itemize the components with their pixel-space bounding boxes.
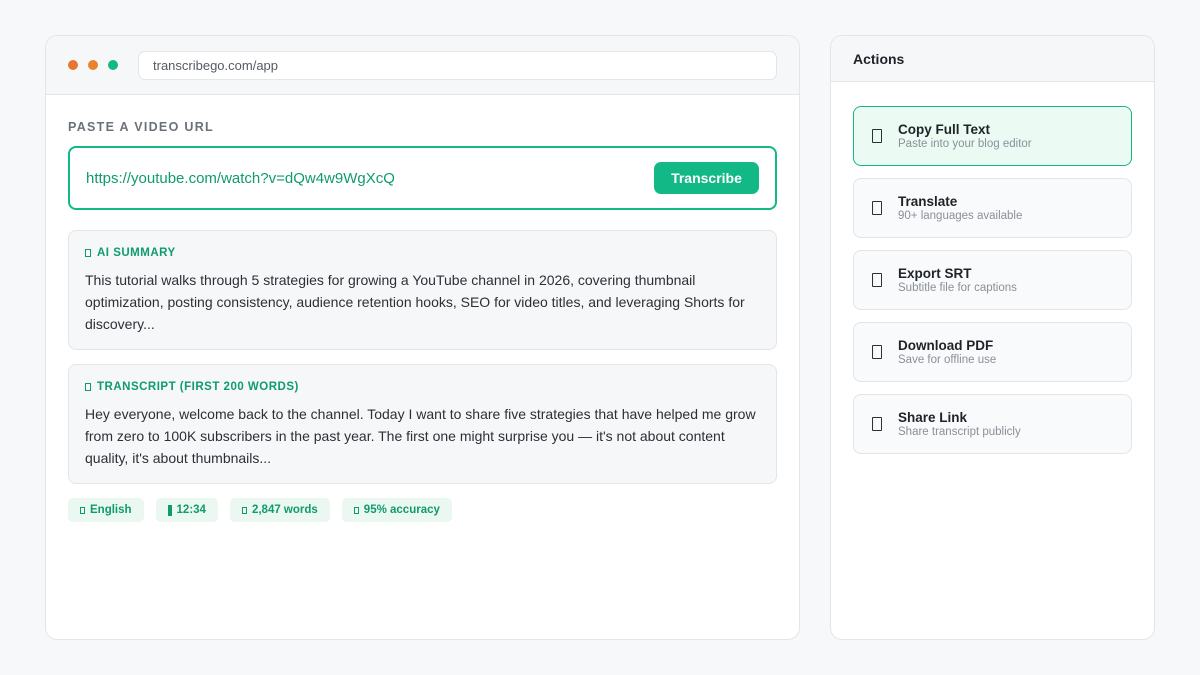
- tag-word-count: 2,847 words: [229, 498, 330, 522]
- ai-summary-title: AI SUMMARY: [97, 247, 176, 259]
- action-title: Download PDF: [898, 337, 994, 353]
- tag-language-label: English: [90, 504, 132, 516]
- window-minimize-dot[interactable]: [88, 60, 98, 70]
- section-label: PASTE A VIDEO URL: [68, 120, 214, 134]
- app-window: transcribego.com/app PASTE A VIDEO URL h…: [45, 35, 800, 640]
- copy-icon: [872, 129, 882, 143]
- action-subtitle: Save for offline use: [898, 353, 997, 366]
- action-title: Export SRT: [898, 265, 972, 281]
- action-subtitle: Subtitle file for captions: [898, 281, 1017, 294]
- tag-accuracy: 95% accuracy: [341, 498, 452, 522]
- action-download-pdf[interactable]: Download PDF Save for offline use: [853, 322, 1132, 382]
- address-bar[interactable]: transcribego.com/app: [138, 50, 777, 80]
- globe-icon: [80, 506, 85, 514]
- metadata-tags: English 12:34 2,847 words 95% accuracy: [68, 498, 777, 522]
- action-subtitle: Paste into your blog editor: [898, 137, 1032, 150]
- tag-accuracy-label: 95% accuracy: [363, 504, 440, 516]
- video-url-value[interactable]: https://youtube.com/watch?v=dQw4w9WgXcQ: [86, 170, 395, 187]
- video-url-input[interactable]: https://youtube.com/watch?v=dQw4w9WgXcQ …: [68, 146, 777, 210]
- document-icon: [241, 506, 247, 514]
- action-share-link[interactable]: Share Link Share transcript publicly: [853, 394, 1132, 454]
- translate-icon: [872, 201, 882, 215]
- document-icon: [85, 383, 91, 391]
- transcript-heading: TRANSCRIPT (FIRST 200 WORDS): [85, 381, 760, 393]
- action-copy-full-text[interactable]: Copy Full Text Paste into your blog edit…: [853, 106, 1132, 166]
- tag-word-count-label: 2,847 words: [251, 504, 318, 516]
- tag-duration: 12:34: [155, 498, 218, 522]
- window-titlebar: transcribego.com/app: [46, 36, 799, 95]
- action-title: Translate: [898, 193, 958, 209]
- actions-list: Copy Full Text Paste into your blog edit…: [831, 82, 1154, 454]
- window-close-dot[interactable]: [68, 60, 78, 70]
- sparkle-icon: [85, 249, 91, 257]
- export-icon: [872, 273, 882, 287]
- ai-summary-heading: AI SUMMARY: [85, 247, 760, 259]
- transcribe-button[interactable]: Transcribe: [654, 162, 759, 194]
- action-title: Share Link: [898, 409, 968, 425]
- actions-panel: Actions Copy Full Text Paste into your b…: [830, 35, 1155, 640]
- share-icon: [872, 417, 882, 431]
- action-translate[interactable]: Translate 90+ languages available: [853, 178, 1132, 238]
- download-icon: [872, 345, 882, 359]
- tag-language: English: [68, 498, 144, 522]
- actions-panel-title: Actions: [831, 36, 1154, 82]
- address-text: transcribego.com/app: [153, 57, 279, 73]
- window-maximize-dot[interactable]: [108, 60, 118, 70]
- action-subtitle: Share transcript publicly: [898, 425, 1021, 438]
- transcript-card: TRANSCRIPT (FIRST 200 WORDS) Hey everyon…: [68, 364, 777, 484]
- action-export-srt[interactable]: Export SRT Subtitle file for captions: [853, 250, 1132, 310]
- ai-summary-text: This tutorial walks through 5 strategies…: [85, 272, 745, 332]
- transcript-title: TRANSCRIPT (FIRST 200 WORDS): [97, 381, 299, 393]
- tag-duration-label: 12:34: [176, 504, 206, 516]
- action-subtitle: 90+ languages available: [898, 209, 1023, 222]
- action-title: Copy Full Text: [898, 121, 991, 137]
- main-content: PASTE A VIDEO URL https://youtube.com/wa…: [46, 120, 799, 522]
- check-icon: [353, 506, 359, 514]
- clock-icon: [167, 504, 172, 516]
- transcript-text: Hey everyone, welcome back to the channe…: [85, 406, 756, 466]
- ai-summary-card: AI SUMMARY This tutorial walks through 5…: [68, 230, 777, 350]
